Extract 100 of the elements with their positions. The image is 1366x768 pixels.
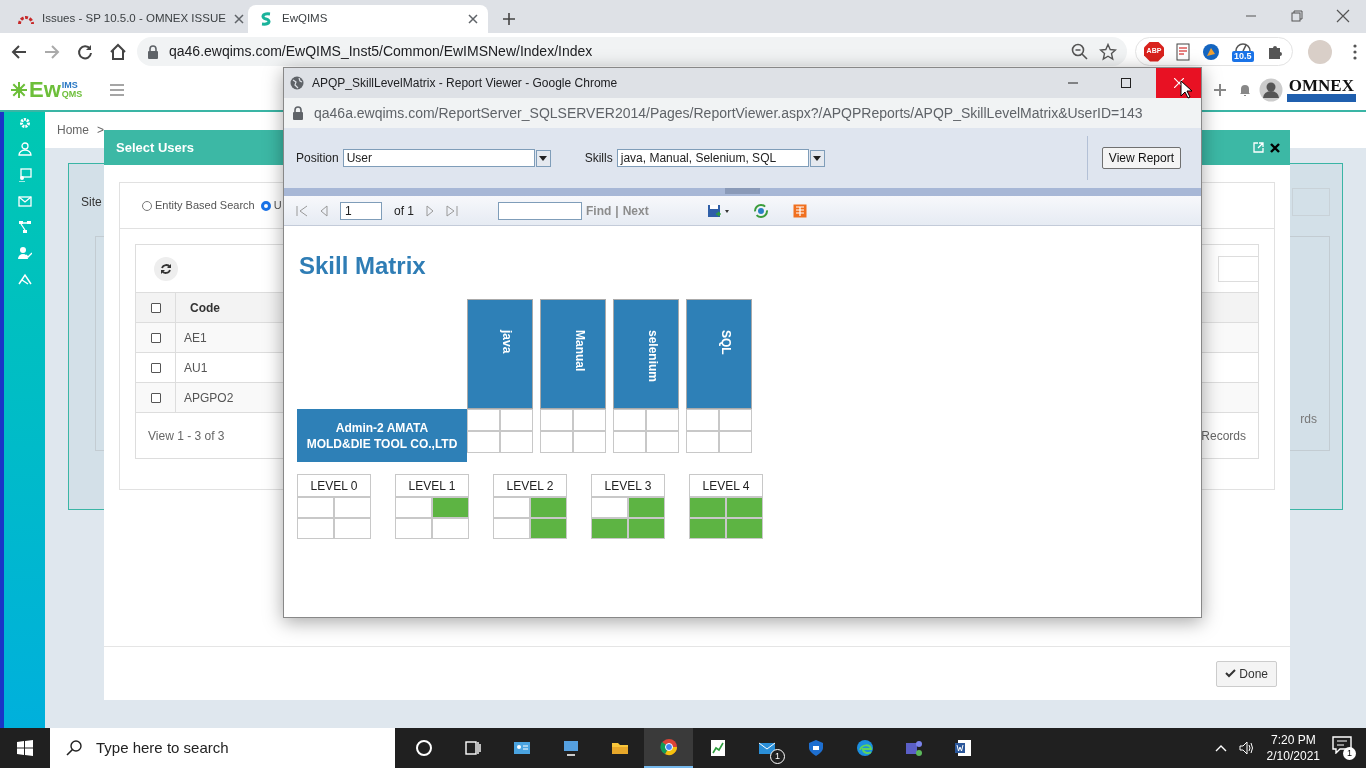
plus-icon[interactable]	[502, 12, 516, 26]
column-header: java	[467, 299, 533, 409]
speaker-icon[interactable]	[1238, 741, 1255, 755]
caret-icon	[539, 155, 548, 161]
logo-subscript: QMS	[61, 90, 83, 99]
records-label: rds	[1300, 411, 1317, 428]
lock-icon	[292, 106, 304, 120]
logo-superscript: IMS	[61, 81, 79, 90]
url-text: qa46a.ewqims.com/ReportServer_SQLSERVER2014/Pages/ReportViewer.aspx?/APQPReports/APQP_SkillLevelMatrix&UserID=143	[314, 103, 1143, 123]
clock-time: 7:20 PM	[1269, 732, 1317, 748]
clock[interactable]: 7:20 PM 2/10/2021	[1266, 732, 1320, 764]
view-report-button[interactable]: View Report	[1101, 147, 1181, 169]
close-icon[interactable]	[1270, 142, 1280, 153]
arc-icon	[18, 14, 34, 24]
check-icon	[1225, 669, 1237, 678]
dropdown-field[interactable]: User	[342, 149, 535, 167]
dropdown-field[interactable]: java, Manual, Selenium, SQL	[616, 149, 809, 167]
computer-icon	[561, 739, 580, 757]
browser-icon	[659, 738, 678, 756]
refresh-button[interactable]	[154, 256, 178, 281]
company-logo: OMNEX	[1286, 78, 1356, 102]
notification-badge: 1	[1343, 747, 1356, 760]
legend-label: LEVEL 0	[297, 474, 371, 497]
wave-icon	[855, 739, 874, 757]
document-icon[interactable]	[1176, 42, 1190, 61]
table-cell-text: APGPO2	[184, 389, 234, 407]
task-view-icon	[463, 739, 482, 757]
close-icon	[1173, 78, 1184, 88]
user-check-icon[interactable]	[17, 246, 32, 260]
splitter-handle[interactable]	[725, 188, 760, 194]
mouse-cursor-icon	[1180, 80, 1192, 99]
column-header: SQL	[686, 299, 752, 409]
message-icon	[1332, 736, 1352, 754]
breadcrumb-separator: >	[97, 122, 105, 139]
refresh-icon[interactable]	[752, 202, 769, 219]
close-icon[interactable]	[1336, 9, 1350, 23]
browser-tab[interactable]: Issues - SP 10.5.0 - OMNEX ISSUE	[8, 5, 248, 33]
restore-icon[interactable]	[1290, 9, 1304, 23]
close-icon[interactable]	[468, 14, 478, 24]
word-document-icon	[953, 739, 972, 757]
lock-icon	[147, 44, 159, 59]
back-icon[interactable]	[10, 42, 28, 61]
address-bar[interactable]: qa46.ewqims.com/EwQIMS_Inst5/Common/EwIMSNew/Index/Index	[137, 37, 1127, 66]
column-header: selenium	[613, 299, 679, 409]
breadcrumb-link[interactable]: Home	[57, 121, 89, 139]
plus-icon[interactable]	[1212, 83, 1227, 97]
radio-option[interactable]: U	[260, 197, 282, 214]
taskbar-button[interactable]: 1	[742, 728, 791, 768]
user-silhouette-icon[interactable]	[1258, 78, 1283, 102]
checkbox[interactable]	[150, 392, 161, 403]
globe-icon	[290, 76, 304, 90]
checkbox[interactable]	[150, 302, 161, 313]
maximize-icon	[1120, 78, 1131, 88]
dropdown-button[interactable]	[809, 149, 825, 167]
star-icon[interactable]	[1099, 42, 1117, 61]
legend-label: LEVEL 3	[591, 474, 665, 497]
dropdown-button[interactable]	[535, 149, 551, 167]
bell-icon[interactable]	[1238, 83, 1251, 97]
window-title: APQP_SkillLevelMatrix - Report Viewer - Google Chrome	[312, 75, 619, 92]
save-icon[interactable]	[706, 203, 731, 218]
checkbox[interactable]	[150, 362, 161, 373]
more-icon[interactable]	[1352, 43, 1357, 60]
column-header[interactable]: Code	[190, 298, 220, 317]
layout-icon[interactable]	[792, 203, 807, 218]
legend-label: LEVEL 1	[395, 474, 469, 497]
circle-icon	[414, 739, 433, 757]
zoom-out-icon[interactable]	[1071, 42, 1089, 61]
chevron-up-icon[interactable]	[1214, 744, 1227, 752]
shield-icon	[806, 739, 825, 757]
taskbar-button[interactable]	[644, 728, 693, 768]
reload-icon[interactable]	[76, 42, 94, 61]
gauge-icon[interactable]	[1234, 41, 1251, 51]
browser-tab[interactable]: EwQIMS	[248, 5, 488, 33]
table-cell-text: AU1	[184, 359, 208, 377]
notifications-button[interactable]: 1	[1332, 736, 1356, 760]
page-field[interactable]: 1	[340, 201, 382, 220]
site-label: Site	[81, 194, 102, 211]
legend-label: LEVEL 2	[493, 474, 567, 497]
checkbox[interactable]	[150, 332, 161, 343]
parameter-label: Skills	[584, 150, 613, 167]
close-icon[interactable]	[233, 14, 244, 24]
home-icon[interactable]	[109, 42, 127, 61]
column-header: Manual	[540, 299, 606, 409]
windows-icon	[16, 740, 33, 756]
find-field[interactable]	[498, 201, 582, 220]
report-title: Skill Matrix	[299, 251, 427, 281]
refresh-icon	[160, 262, 172, 275]
close-button[interactable]	[1156, 68, 1201, 98]
search-bar[interactable]: Type here to search	[50, 728, 395, 768]
pager-text: View 1 - 3 of 3	[148, 427, 225, 445]
round-extension-icon[interactable]	[1202, 42, 1220, 61]
done-button[interactable]: Done	[1216, 660, 1277, 687]
radio-option[interactable]: Entity Based Search	[142, 197, 255, 214]
logo-text: Ew	[29, 79, 61, 101]
row-header: Admin-2 AMATA MOLD&DIE TOOL CO.,LTD	[297, 409, 467, 462]
search-field[interactable]: Type here to search	[94, 735, 374, 761]
people-app-icon	[904, 739, 923, 757]
caret-icon	[813, 155, 822, 161]
search-field[interactable]	[1218, 255, 1258, 282]
parameter-label: Position	[296, 150, 339, 167]
